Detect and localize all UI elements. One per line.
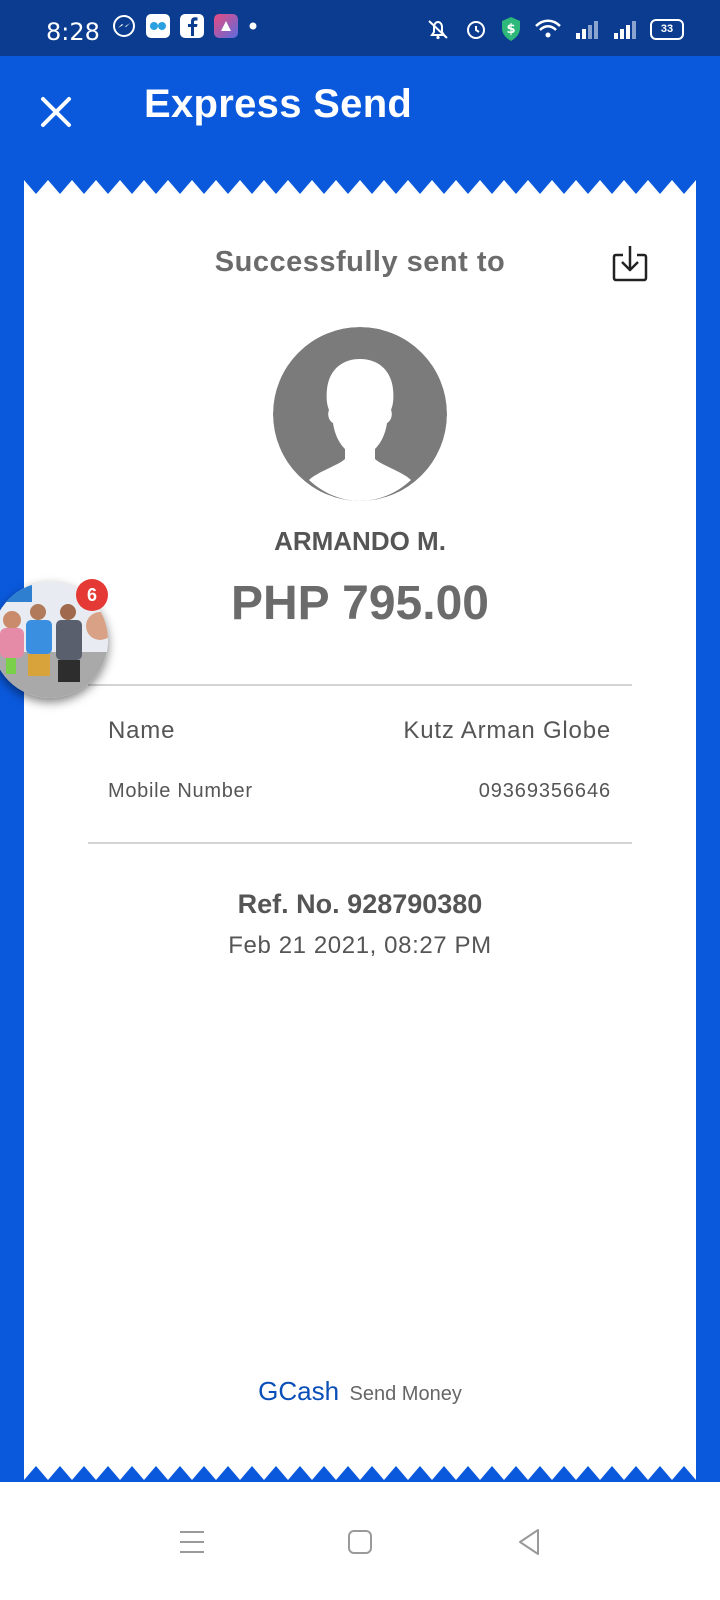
name-label: Name (108, 717, 176, 744)
recent-apps-button[interactable] (172, 1522, 212, 1562)
battery-icon: 33 (650, 18, 684, 40)
messenger-icon (113, 15, 135, 37)
signal-icon (614, 21, 636, 39)
chat-head-badge: 6 (76, 579, 108, 611)
transaction-date: Feb 21 2021, 08:27 PM (228, 932, 492, 959)
app-bar: Express Send (0, 56, 720, 166)
close-icon (41, 97, 71, 127)
shield-dollar-icon: $ (502, 17, 520, 41)
home-button[interactable] (340, 1522, 380, 1562)
user-placeholder-icon (273, 327, 447, 501)
svg-text:$: $ (506, 22, 515, 37)
recipient-name: ARMANDO M. (274, 526, 446, 556)
mute-icon (428, 20, 448, 40)
wifi-icon (535, 19, 561, 38)
divider (88, 684, 632, 686)
mobile-value: 09369356646 (478, 780, 611, 802)
notification-icons (112, 14, 258, 38)
download-button[interactable] (610, 243, 650, 283)
receipt-card: Successfully sent to ARMANDO M. PHP 795.… (24, 180, 696, 1480)
menu-icon (180, 1531, 204, 1553)
reference-number: Ref. No. 928790380 (237, 889, 483, 919)
name-value: Kutz Arman Globe (403, 717, 611, 744)
dot-icon (249, 22, 257, 30)
success-label: Successfully sent to (214, 246, 506, 278)
system-navigation-bar (0, 1482, 720, 1600)
footer-label: Send Money (349, 1383, 462, 1405)
back-icon (519, 1529, 539, 1555)
battery-level: 33 (660, 23, 674, 35)
gcash-logo: GCash (258, 1376, 340, 1406)
page-title: Express Send (144, 82, 413, 126)
close-button[interactable] (36, 92, 76, 132)
signal-icon (576, 21, 598, 39)
back-button[interactable] (510, 1522, 550, 1562)
status-bar: 8:28 $ 33 (0, 0, 720, 56)
alarm-icon (467, 21, 485, 39)
avatar (273, 327, 447, 501)
divider (88, 842, 632, 844)
receipt-footer: GCash Send Money (24, 1376, 696, 1407)
status-time: 8:28 (46, 18, 100, 46)
home-icon (348, 1530, 372, 1554)
system-icons: $ 33 (424, 16, 684, 42)
facebook-icon (180, 14, 204, 38)
amount-sent: PHP 795.00 (231, 577, 489, 630)
app-icon (214, 14, 238, 38)
mobile-label: Mobile Number (108, 780, 253, 802)
app-owl-icon (146, 14, 170, 38)
download-icon (612, 246, 648, 282)
